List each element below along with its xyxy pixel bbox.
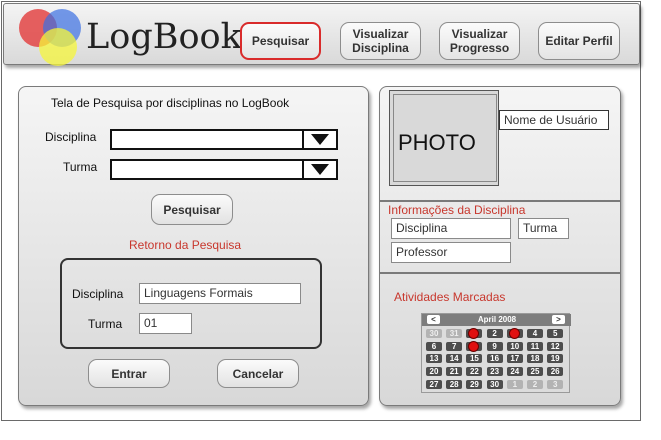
nav-visualizar-progresso-button[interactable]: Visualizar Progresso [439, 22, 520, 60]
result-disciplina-label: Disciplina [72, 287, 124, 301]
disciplina-label: Disciplina [45, 130, 97, 144]
calendar-day[interactable]: 22 [466, 367, 483, 377]
calendar-day[interactable]: 16 [486, 354, 503, 364]
dropdown-arrow-icon[interactable] [302, 131, 336, 148]
username-field: Nome de Usuário [499, 110, 609, 130]
header-bar: LogBook Pesquisar Visualizar Disciplina … [3, 3, 640, 66]
activity-marker-icon [508, 328, 520, 339]
calendar-day[interactable]: 28 [446, 379, 463, 389]
info-disciplina-field: Disciplina [391, 218, 511, 239]
calendar-day[interactable]: 23 [486, 367, 503, 377]
dropdown-arrow-icon[interactable] [302, 161, 336, 178]
search-title: Tela de Pesquisa por disciplinas no LogB… [51, 96, 290, 110]
disciplina-select[interactable] [110, 129, 338, 150]
calendar-day[interactable]: 12 [547, 341, 564, 351]
calendar-day[interactable]: 5 [547, 329, 564, 338]
activities-title: Atividades Marcadas [394, 290, 506, 304]
calendar-day[interactable]: 30 [426, 329, 442, 338]
calendar-day[interactable]: 29 [466, 379, 483, 389]
app-logo-text: LogBook [86, 17, 242, 57]
calendar-day[interactable]: 9 [486, 341, 503, 351]
calendar-day[interactable]: 27 [426, 379, 442, 389]
nav-pesquisar-button[interactable]: Pesquisar [240, 22, 321, 60]
calendar-day[interactable]: 1 [506, 379, 523, 389]
calendar-day[interactable]: 17 [506, 354, 523, 364]
calendar-day[interactable]: 21 [446, 367, 463, 377]
calendar-day[interactable]: 14 [446, 354, 463, 364]
activities-calendar: < April 2008 > 3031123456789101112131415… [421, 313, 571, 393]
calendar-day[interactable]: 24 [506, 367, 523, 377]
divider [380, 272, 620, 274]
divider [380, 200, 620, 202]
cancelar-button[interactable]: Cancelar [217, 359, 299, 388]
calendar-day[interactable]: 26 [547, 367, 564, 377]
calendar-day[interactable]: 25 [527, 367, 543, 377]
entrar-button[interactable]: Entrar [88, 359, 170, 388]
turma-select[interactable] [110, 159, 338, 180]
turma-label: Turma [63, 160, 98, 174]
result-turma-field[interactable]: 01 [139, 313, 192, 334]
logo-circles-icon [19, 9, 81, 66]
calendar-day[interactable]: 15 [466, 354, 483, 364]
calendar-month: April 2008 [477, 315, 517, 324]
calendar-day[interactable]: 11 [527, 341, 543, 351]
calendar-day[interactable]: 2 [486, 329, 503, 338]
calendar-day[interactable]: 20 [426, 367, 442, 377]
result-turma-label: Turma [88, 317, 123, 331]
pesquisar-button[interactable]: Pesquisar [151, 194, 233, 225]
calendar-day[interactable]: 2 [527, 379, 543, 389]
info-professor-field: Professor [391, 242, 511, 263]
nav-editar-perfil-button[interactable]: Editar Perfil [538, 22, 620, 60]
calendar-day[interactable]: 7 [446, 341, 463, 351]
chevron-left-icon[interactable]: < [427, 315, 440, 324]
calendar-day[interactable]: 13 [426, 354, 442, 364]
calendar-day[interactable]: 6 [426, 341, 442, 351]
photo-label: PHOTO [398, 130, 476, 155]
result-title: Retorno da Pesquisa [129, 238, 242, 252]
chevron-right-icon[interactable]: > [552, 315, 565, 324]
calendar-day[interactable]: 4 [527, 329, 543, 338]
calendar-day[interactable]: 31 [446, 329, 463, 338]
info-turma-field: Turma [518, 218, 569, 239]
calendar-day[interactable]: 30 [486, 379, 503, 389]
calendar-day[interactable]: 10 [506, 341, 523, 351]
calendar-day[interactable]: 19 [547, 354, 564, 364]
nav-visualizar-disciplina-button[interactable]: Visualizar Disciplina [340, 22, 421, 60]
calendar-day[interactable]: 18 [527, 354, 543, 364]
info-title: Informações da Disciplina [388, 203, 526, 217]
calendar-day[interactable]: 3 [547, 379, 564, 389]
result-disciplina-field[interactable]: Linguagens Formais [139, 283, 301, 304]
